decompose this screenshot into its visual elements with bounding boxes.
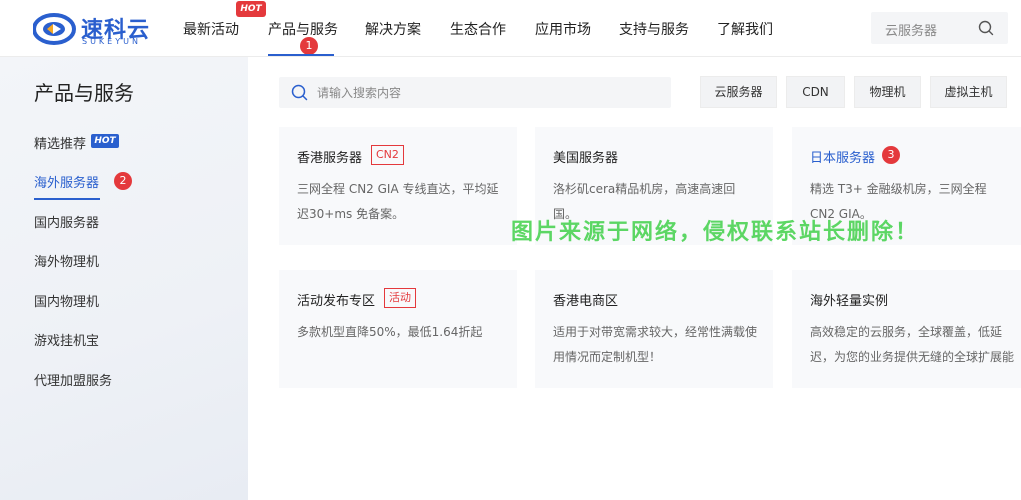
- card-count-badge: 3: [882, 146, 900, 164]
- product-card-hk-server[interactable]: 香港服务器 CN2 三网全程 CN2 GIA 专线直达，平均延迟30+ms 免备…: [279, 127, 517, 245]
- card-description: 高效稳定的云服务，全球覆盖，低延迟，为您的业务提供无缝的全球扩展能力: [810, 325, 1015, 364]
- product-search: [279, 77, 671, 108]
- sidebar-hot-badge: HOT: [91, 134, 119, 148]
- nav-item-market[interactable]: 应用市场: [535, 19, 591, 39]
- card-tag: 活动: [384, 288, 416, 308]
- watermark-text: 图片来源于网络，侵权联系站长删除！: [511, 220, 920, 245]
- card-title: 海外轻量实例: [810, 294, 889, 309]
- quick-link-virtual-host[interactable]: 虚拟主机: [930, 76, 1007, 108]
- sidebar-title: 产品与服务: [34, 81, 134, 105]
- quick-link-cloud-server[interactable]: 云服务器: [700, 76, 777, 108]
- sidebar-item-overseas-physical[interactable]: 海外物理机: [34, 251, 99, 270]
- sidebar-item-agent-service[interactable]: 代理加盟服务: [34, 370, 112, 389]
- card-description: 适用于对带宽需求较大，经常性满载使用情况而定制机型！: [553, 325, 758, 364]
- sidebar-item-game-hosting[interactable]: 游戏挂机宝: [34, 330, 99, 349]
- product-card-lightweight[interactable]: 海外轻量实例 高效稳定的云服务，全球覆盖，低延迟，为您的业务提供无缝的全球扩展能…: [792, 270, 1021, 388]
- quick-link-cdn[interactable]: CDN: [786, 76, 845, 108]
- brand-subname: SUKEYUN: [82, 37, 141, 46]
- nav-item-latest[interactable]: 最新活动: [183, 19, 239, 39]
- card-title: 活动发布专区: [297, 294, 376, 309]
- top-header: 速科云 SUKEYUN 最新活动 HOT 产品与服务 1 解决方案 生态合作 应…: [0, 0, 1021, 57]
- hot-badge: HOT: [236, 1, 266, 17]
- sidebar-item-domestic-physical[interactable]: 国内物理机: [34, 291, 99, 310]
- sidebar-item-domestic-server[interactable]: 国内服务器: [34, 212, 99, 231]
- sidebar-active-indicator: [34, 198, 100, 200]
- card-title: 香港服务器: [297, 151, 363, 166]
- category-sidebar: 产品与服务 精选推荐 HOT 海外服务器 2 国内服务器 海外物理机 国内物理机…: [0, 57, 248, 500]
- nav-item-about[interactable]: 了解我们: [717, 19, 773, 39]
- card-description: 三网全程 CN2 GIA 专线直达，平均延迟30+ms 免备案。: [297, 182, 499, 221]
- nav-item-ecosystem[interactable]: 生态合作: [450, 19, 506, 39]
- card-tag: CN2: [371, 145, 404, 165]
- product-card-hk-ecommerce[interactable]: 香港电商区 适用于对带宽需求较大，经常性满载使用情况而定制机型！: [535, 270, 773, 388]
- card-description: 多款机型直降50%，最低1.64折起: [297, 325, 483, 339]
- quick-link-physical[interactable]: 物理机: [854, 76, 921, 108]
- card-title: 香港电商区: [553, 294, 619, 309]
- sidebar-item-overseas-server[interactable]: 海外服务器: [34, 172, 99, 191]
- sidebar-item-featured[interactable]: 精选推荐: [34, 133, 86, 152]
- brand-logo[interactable]: 速科云 SUKEYUN: [33, 10, 158, 46]
- nav-count-badge: 1: [300, 37, 318, 55]
- nav-item-support[interactable]: 支持与服务: [619, 19, 689, 39]
- nav-active-indicator: [268, 54, 334, 56]
- nav-item-solutions[interactable]: 解决方案: [365, 19, 421, 39]
- search-icon: [291, 84, 308, 101]
- product-search-input[interactable]: [317, 77, 657, 108]
- card-title: 日本服务器: [810, 151, 876, 166]
- brand-logo-icon: [33, 13, 76, 45]
- product-card-promo[interactable]: 活动发布专区 活动 多款机型直降50%，最低1.64折起: [279, 270, 517, 388]
- nav-item-products[interactable]: 产品与服务: [268, 19, 338, 39]
- sidebar-count-badge: 2: [114, 172, 132, 190]
- header-search[interactable]: 云服务器: [871, 12, 1008, 44]
- header-search-placeholder: 云服务器: [885, 24, 938, 39]
- search-icon[interactable]: [978, 20, 994, 36]
- card-title: 美国服务器: [553, 151, 619, 166]
